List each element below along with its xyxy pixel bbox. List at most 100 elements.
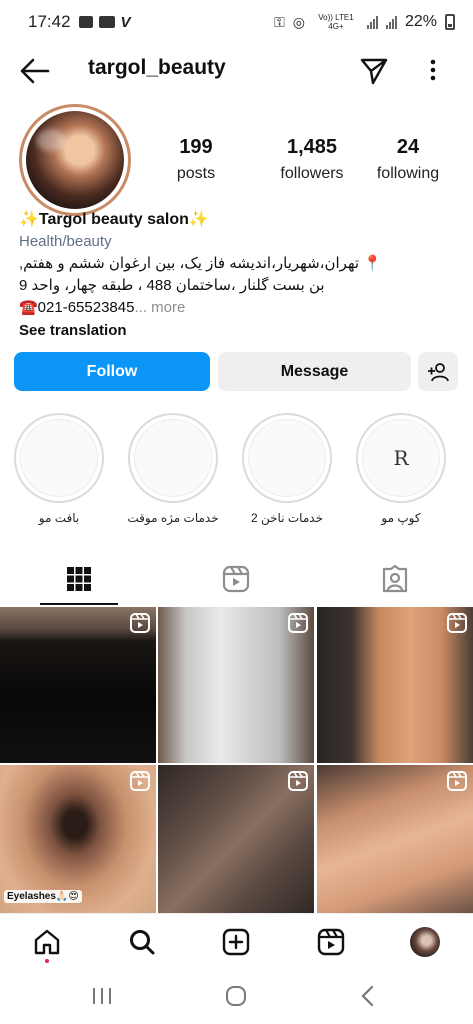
- search-icon: [130, 930, 155, 955]
- follow-button[interactable]: Follow: [14, 352, 210, 391]
- following-label: following: [376, 165, 440, 182]
- bio-phone: ☎️021-65523845: [19, 299, 135, 316]
- network-label: Vo)) LTE1 4G+: [318, 13, 354, 31]
- home-circle-icon: [226, 986, 246, 1006]
- add-user-icon: [428, 362, 449, 381]
- plus-square-icon: [222, 928, 250, 956]
- tab-tagged[interactable]: [356, 553, 434, 605]
- highlight-label: کوپ مو: [381, 511, 421, 525]
- followers-stat[interactable]: 1,485 followers: [262, 136, 362, 183]
- recent-apps-button[interactable]: [82, 981, 122, 1011]
- profile-username: targol_beauty: [88, 56, 226, 79]
- send-button[interactable]: [358, 54, 390, 86]
- system-navigation: [0, 969, 473, 1024]
- highlight-label: بافت مو: [38, 511, 80, 525]
- back-button[interactable]: [18, 56, 52, 86]
- bio-more-link[interactable]: ... more: [134, 299, 185, 316]
- more-options-button[interactable]: [420, 54, 446, 86]
- gallery-icon: [78, 16, 93, 28]
- highlight-ring: R: [356, 413, 446, 503]
- grid-post[interactable]: [0, 607, 156, 763]
- back-system-button[interactable]: [348, 981, 388, 1011]
- grid-post[interactable]: [317, 607, 473, 763]
- nav-reels[interactable]: [313, 924, 349, 960]
- chevron-left-icon: [361, 985, 374, 1007]
- highlight-cover: R: [362, 419, 440, 497]
- active-tab-indicator: [40, 603, 118, 605]
- following-count: 24: [396, 136, 420, 158]
- grid-post[interactable]: [158, 765, 314, 921]
- more-vertical-icon: [430, 59, 436, 81]
- signal-icon: [366, 15, 378, 29]
- home-icon: [34, 929, 60, 955]
- profile-tabs: [0, 553, 473, 605]
- avatar-image: [26, 111, 124, 209]
- grid-post[interactable]: Eyelashes🙏🏻😍: [0, 765, 156, 921]
- bio-address-line-2: بن بست گلنار ،ساختمان 488 ، طبقه چهار، و…: [19, 277, 325, 294]
- profile-avatar[interactable]: [19, 104, 131, 216]
- highlight-item[interactable]: R کوپ مو: [351, 413, 451, 525]
- status-bar: 17:42 V ⚿ ◎ Vo)) LTE1 4G+ 22%: [0, 0, 473, 44]
- reel-badge-icon: [130, 771, 150, 791]
- highlight-ring: [242, 413, 332, 503]
- tagged-icon: [382, 565, 408, 593]
- followers-count: 1,485: [286, 136, 338, 158]
- nav-search[interactable]: [124, 924, 160, 960]
- system-indicators: ⚿ ◎ Vo)) LTE1 4G+ 22%: [274, 13, 455, 31]
- battery-icon: [445, 14, 455, 30]
- followers-label: followers: [280, 165, 344, 182]
- arrow-left-icon: [20, 58, 50, 84]
- profile-bio: ✨Targol beauty salon✨ Health/beauty 📍 ته…: [19, 209, 459, 342]
- following-stat[interactable]: 24 following: [368, 136, 448, 183]
- reels-icon: [317, 928, 345, 956]
- bio-address-line-1: 📍 تهران،شهریار،اندیشه فاز یک، بین ارغوان…: [19, 255, 382, 272]
- bottom-navigation: [0, 913, 473, 969]
- profile-category: Health/beauty: [19, 233, 112, 250]
- reel-badge-icon: [288, 771, 308, 791]
- tab-reels[interactable]: [197, 553, 275, 605]
- nav-home[interactable]: [29, 924, 65, 960]
- profile-avatar-thumbnail: [410, 927, 440, 957]
- highlight-item[interactable]: خدمات ناخن 2: [237, 413, 337, 525]
- posts-stat[interactable]: 199 posts: [156, 136, 236, 183]
- reel-badge-icon: [447, 613, 467, 633]
- highlight-label: خدمات ناخن 2: [250, 511, 323, 525]
- v-icon: V: [120, 13, 131, 31]
- reel-badge-icon: [288, 613, 308, 633]
- highlight-item[interactable]: خدمات مژه موقت: [123, 413, 223, 525]
- bio-phone-line: ☎️021-65523845... more: [19, 297, 459, 319]
- profile-name: ✨Targol beauty salon✨: [19, 211, 209, 228]
- reel-badge-icon: [130, 613, 150, 633]
- tab-posts-grid[interactable]: [40, 553, 118, 605]
- message-button[interactable]: Message: [218, 352, 411, 391]
- highlight-ring: [128, 413, 218, 503]
- battery-percent: 22%: [404, 13, 437, 30]
- signal-2-icon: [385, 15, 397, 29]
- send-icon: [360, 58, 388, 85]
- highlight-cover: [134, 419, 212, 497]
- notification-icons: V: [78, 13, 131, 31]
- nav-create[interactable]: [218, 924, 254, 960]
- nav-profile[interactable]: [407, 924, 443, 960]
- grid-post[interactable]: [317, 765, 473, 921]
- posts-count: 199: [179, 136, 213, 158]
- reel-badge-icon: [447, 771, 467, 791]
- recent-apps-icon: [93, 988, 111, 1004]
- highlight-cover: [248, 419, 326, 497]
- post-caption-overlay: Eyelashes🙏🏻😍: [4, 890, 82, 903]
- highlight-ring: [14, 413, 104, 503]
- reels-icon: [222, 565, 250, 593]
- highlight-cover: [20, 419, 98, 497]
- youtube-icon: [98, 16, 115, 28]
- story-highlights: بافت مو خدمات مژه موقت خدمات ناخن 2 R کو…: [0, 413, 473, 533]
- home-system-button[interactable]: [216, 981, 256, 1011]
- grid-icon: [67, 567, 91, 591]
- highlight-item[interactable]: بافت مو: [9, 413, 109, 525]
- hotspot-icon: ◎: [292, 13, 305, 30]
- key-icon: ⚿: [274, 13, 285, 30]
- suggested-users-button[interactable]: [418, 352, 458, 391]
- posts-label: posts: [176, 165, 216, 182]
- grid-post[interactable]: [158, 607, 314, 763]
- profile-header: targol_beauty: [0, 44, 473, 98]
- see-translation-link[interactable]: See translation: [19, 320, 459, 342]
